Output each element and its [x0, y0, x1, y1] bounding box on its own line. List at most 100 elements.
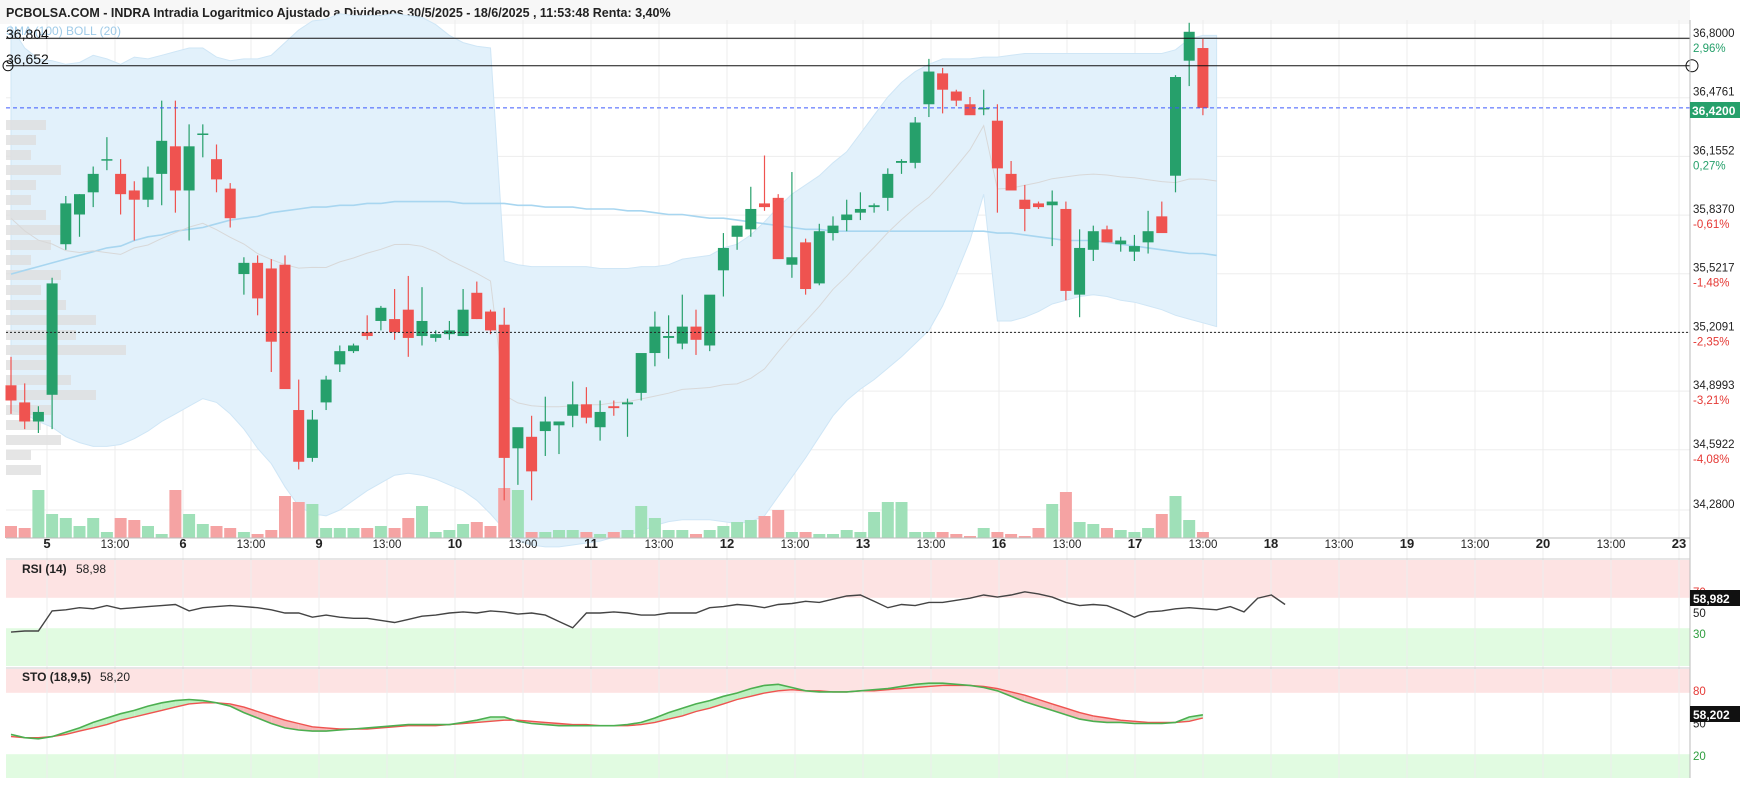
volume-bar [183, 514, 196, 538]
candle-body [964, 104, 976, 116]
candle-body [731, 225, 743, 237]
x-tick-label: 5 [43, 536, 50, 551]
candle-body [74, 194, 85, 215]
candle-body [937, 73, 949, 90]
x-tick-label: 13:00 [1325, 539, 1354, 551]
x-tick-label: 13:00 [509, 539, 538, 551]
x-tick-label: 11 [584, 536, 598, 551]
volume-bar [1183, 520, 1196, 538]
candle-body [306, 419, 318, 458]
volume-bar [785, 532, 798, 538]
volume-bar [936, 532, 949, 538]
price-tick-label: 34,2800 [1693, 499, 1735, 511]
candle-body [539, 421, 551, 432]
sto-level-label: 20 [1693, 751, 1706, 763]
rsi-title: RSI (14) [22, 562, 67, 576]
candle-body [252, 262, 264, 299]
volume-bar [32, 490, 45, 538]
candle-body [896, 161, 907, 163]
volume-bar [690, 534, 702, 538]
volume-bar [758, 516, 771, 538]
volume-bar [1032, 528, 1045, 538]
candle-body [1128, 246, 1140, 252]
volume-profile-bar [6, 195, 31, 205]
volume-bar [18, 528, 31, 538]
rsi-level-label: 30 [1693, 629, 1706, 641]
candle-body [1074, 247, 1086, 295]
x-tick-label: 20 [1536, 536, 1550, 551]
candle-body [1183, 31, 1195, 61]
candle-body [1033, 203, 1044, 208]
x-tick-label: 12 [720, 536, 734, 551]
x-tick-label: 19 [1400, 536, 1414, 551]
candle-body [690, 326, 702, 340]
x-tick-label: 18 [1264, 536, 1278, 551]
volume-profile-bar [6, 120, 46, 130]
volume-bar [292, 502, 305, 538]
volume-bar [265, 530, 278, 538]
candle-body [485, 311, 496, 331]
x-tick-label: 13 [856, 536, 870, 551]
volume-bar [388, 528, 401, 538]
volume-profile-bar [6, 345, 126, 355]
candle-body [1019, 199, 1031, 209]
volume-bar [840, 530, 853, 538]
price-tick-label: 36,1552 [1693, 145, 1735, 157]
candle-body [498, 324, 510, 458]
candle-body [5, 385, 17, 401]
volume-bar [539, 532, 552, 538]
candle-body [841, 214, 853, 221]
candle-body [594, 411, 606, 428]
candle-body [87, 173, 99, 193]
volume-bar [1073, 522, 1086, 538]
candle-body [1197, 48, 1209, 108]
volume-bar [1114, 530, 1127, 538]
sto-overbought-zone [6, 669, 1690, 693]
volume-bar [881, 502, 894, 538]
candle-body [717, 247, 729, 271]
volume-bar [416, 506, 428, 538]
volume-bar [333, 528, 346, 538]
candle-body [704, 294, 716, 346]
percent-tick-label: -0,61% [1693, 219, 1729, 231]
volume-bar [73, 526, 86, 538]
candle-body [1087, 231, 1099, 250]
candle-body [443, 330, 455, 335]
sto-title: STO (18,9,5) [22, 670, 91, 684]
volume-bar [895, 502, 908, 538]
volume-bar [813, 534, 826, 538]
candle-body [676, 326, 688, 344]
chart-svg: PCBOLSA.COM - INDRA Intradia Logaritmico… [0, 0, 1749, 782]
candle-body [1060, 208, 1072, 291]
x-tick-label: 16 [992, 536, 1006, 551]
volume-bar [46, 514, 59, 538]
volume-bar [662, 530, 675, 538]
volume-profile-bar [6, 135, 36, 145]
candle-body [663, 336, 675, 338]
candle-body [745, 208, 757, 230]
candle-body [1115, 240, 1127, 245]
volume-bar [429, 532, 442, 538]
x-tick-label: 13:00 [1189, 539, 1218, 551]
volume-bar [648, 518, 661, 538]
volume-profile-bar [6, 255, 31, 265]
candle-body [1142, 231, 1154, 243]
volume-bar [402, 518, 415, 538]
candle-body [1156, 216, 1168, 234]
volume-bar [470, 522, 483, 538]
sto-value: 58,20 [100, 670, 130, 684]
volume-bar [1059, 492, 1072, 538]
rsi-level-label: 50 [1693, 608, 1706, 620]
price-tick-label: 35,5217 [1693, 263, 1735, 275]
x-tick-label: 13:00 [645, 539, 674, 551]
volume-profile-bar [6, 435, 61, 445]
candle-body [238, 262, 250, 275]
candle-body [101, 159, 113, 161]
x-tick-label: 13:00 [781, 539, 810, 551]
candle-body [868, 205, 880, 208]
x-tick-label: 9 [315, 536, 322, 551]
sto-badge-label: 58,202 [1693, 708, 1730, 722]
volume-profile-bar [6, 150, 31, 160]
candle-body [32, 411, 44, 422]
candle-body [950, 91, 962, 101]
